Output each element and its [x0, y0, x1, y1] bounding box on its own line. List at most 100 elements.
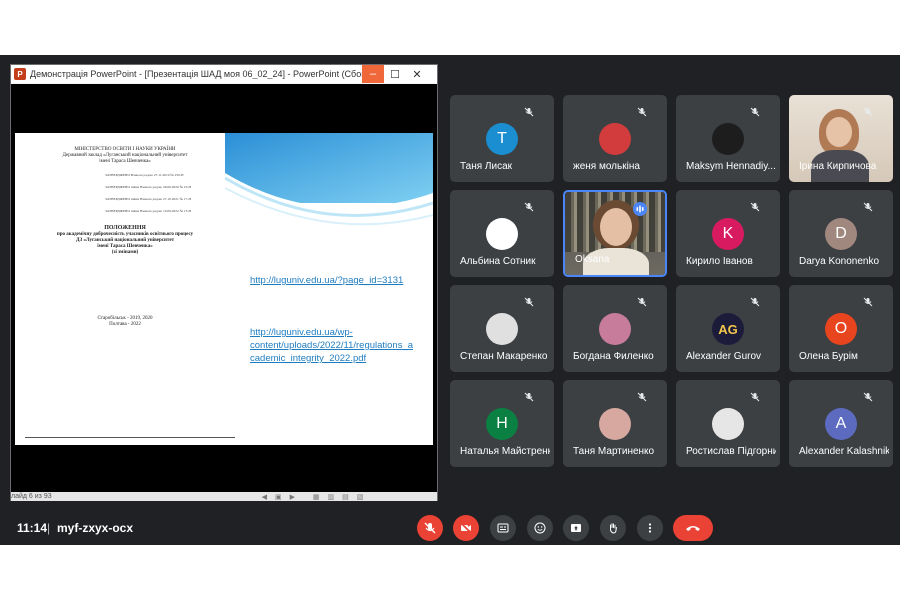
- participant-name: Alexander Kalashnikov: [799, 446, 889, 457]
- raise-hand-button[interactable]: [600, 515, 626, 541]
- minimize-button[interactable]: –: [362, 65, 384, 83]
- muted-mic-icon: [748, 105, 762, 119]
- slide-area: МІНІСТЕРСТВО ОСВІТИ І НАУКИ УКРАЇНИ Держ…: [11, 84, 437, 492]
- muted-mic-icon: [861, 105, 875, 119]
- participant-name: Maksym Hennadiy...: [686, 161, 776, 172]
- doc-approval-4: ЗАТВЕРДЖЕНО зміни Вченою радою 10.09.202…: [105, 209, 192, 213]
- captions-button[interactable]: [490, 515, 516, 541]
- participant-tile[interactable]: Альбина Сотник: [450, 190, 554, 277]
- maximize-button[interactable]: ☐: [384, 65, 406, 83]
- participant-avatar: D: [825, 218, 857, 250]
- doc-approval-1: ЗАТВЕРДЖЕНО Вченою радою 27.11.2019 № 25…: [105, 173, 184, 177]
- slide: МІНІСТЕРСТВО ОСВІТИ І НАУКИ УКРАЇНИ Держ…: [15, 133, 433, 445]
- participant-tile[interactable]: H Наталья Майстренко: [450, 380, 554, 467]
- participant-avatar: O: [825, 313, 857, 345]
- participant-name: Кирило Іванов: [686, 256, 753, 267]
- doc-subtitle-4: (зі змінами): [111, 250, 139, 255]
- participant-tile[interactable]: Ростислав Підгорний: [676, 380, 780, 467]
- participant-avatar: K: [712, 218, 744, 250]
- participant-name: Таня Лисак: [460, 161, 513, 172]
- participant-name: Богдана Филенко: [573, 351, 654, 362]
- slide-link-2b[interactable]: content/uploads/2022/11/regulations_a: [250, 340, 413, 352]
- hand-icon: [609, 523, 617, 534]
- doc-approval-3: ЗАТВЕРДЖЕНО зміни Вченою радою 27.10.202…: [105, 197, 192, 201]
- mic-off-button[interactable]: [417, 515, 443, 541]
- participant-tile[interactable]: Таня Мартиненко: [563, 380, 667, 467]
- participant-tile[interactable]: T Таня Лисак: [450, 95, 554, 182]
- participant-tile[interactable]: K Кирило Іванов: [676, 190, 780, 277]
- participant-avatar: [599, 408, 631, 440]
- muted-mic-icon: [861, 200, 875, 214]
- muted-mic-icon: [522, 390, 536, 404]
- presentation-titlebar: P Демонстрація PowerPoint - [Презентація…: [11, 65, 437, 83]
- muted-mic-icon: [748, 295, 762, 309]
- doc-institution-2: імені Тараса Шевченка»: [99, 159, 151, 164]
- more-vert-icon: [648, 523, 652, 533]
- participant-name: Таня Мартиненко: [573, 446, 655, 457]
- muted-mic-icon: [522, 105, 536, 119]
- participant-tile[interactable]: Maksym Hennadiy...: [676, 95, 780, 182]
- meeting-separator: |: [47, 521, 51, 535]
- meeting-time: 11:14: [17, 521, 48, 535]
- muted-mic-icon: [748, 390, 762, 404]
- participant-tile[interactable]: женя молькіна: [563, 95, 667, 182]
- emoji-icon: [534, 522, 546, 534]
- doc-approval-2: ЗАТВЕРДЖЕНО зміни Вченою радою 26.06.202…: [105, 185, 192, 189]
- participant-name: Ірина Кирпичова: [799, 161, 877, 172]
- doc-divider: [25, 437, 235, 438]
- participant-tile[interactable]: AG Alexander Gurov: [676, 285, 780, 372]
- mic-off-icon: [424, 522, 436, 534]
- participant-avatar: [486, 313, 518, 345]
- participant-tile[interactable]: Oksana: [563, 190, 667, 277]
- powerpoint-logo-icon: P: [14, 68, 26, 80]
- participant-name: Олена Бурім: [799, 351, 858, 362]
- participant-avatar: H: [486, 408, 518, 440]
- participant-avatar: [599, 313, 631, 345]
- participant-avatar: A: [825, 408, 857, 440]
- participant-tile[interactable]: Степан Макаренко: [450, 285, 554, 372]
- participant-name: Альбина Сотник: [460, 256, 536, 267]
- slide-wave-background: [225, 133, 433, 263]
- camera-off-button[interactable]: [453, 515, 479, 541]
- document-image: МІНІСТЕРСТВО ОСВІТИ І НАУКИ УКРАЇНИ Держ…: [25, 141, 235, 445]
- end-call-button[interactable]: [673, 515, 713, 541]
- participant-tile[interactable]: O Олена Бурім: [789, 285, 893, 372]
- participant-name: Наталья Майстренко: [460, 446, 550, 457]
- meeting-code: myf-zxyx-ocx: [57, 521, 134, 535]
- muted-mic-icon: [748, 200, 762, 214]
- close-window-button[interactable]: ✕: [406, 65, 428, 83]
- participant-name: Ростислав Підгорний: [686, 446, 776, 457]
- doc-title: ПОЛОЖЕННЯ: [104, 225, 146, 231]
- meet-window: P Демонстрація PowerPoint - [Презентація…: [0, 55, 900, 545]
- participant-avatar: [486, 218, 518, 250]
- slide-counter: лайд 6 из 93: [11, 493, 52, 500]
- participant-avatar: T: [486, 123, 518, 155]
- camera-off-icon: [460, 522, 472, 534]
- participant-tile[interactable]: Ірина Кирпичова: [789, 95, 893, 182]
- presentation-statusbar: лайд 6 из 93 ◀▣▶ ▦▥▤▧: [11, 492, 437, 501]
- muted-mic-icon: [522, 295, 536, 309]
- participant-name: Oksana: [575, 254, 610, 265]
- participant-name: Степан Макаренко: [460, 351, 548, 362]
- participant-tile[interactable]: D Darya Kononenko: [789, 190, 893, 277]
- slide-link-2c[interactable]: cademic_integrity_2022.pdf: [250, 353, 366, 365]
- muted-mic-icon: [635, 295, 649, 309]
- muted-mic-icon: [522, 200, 536, 214]
- more-options-button[interactable]: [637, 515, 663, 541]
- captions-icon: [497, 523, 509, 533]
- participant-tile[interactable]: A Alexander Kalashnikov: [789, 380, 893, 467]
- emoji-button[interactable]: [527, 515, 553, 541]
- doc-footer-city-2: Полтава - 2022: [109, 322, 141, 327]
- speaking-indicator-icon: [633, 202, 647, 216]
- statusbar-controls[interactable]: ◀▣▶ ▦▥▤▧: [262, 493, 372, 501]
- muted-mic-icon: [861, 390, 875, 404]
- participant-tile[interactable]: Богдана Филенко: [563, 285, 667, 372]
- slide-link-2a[interactable]: http://luguniv.edu.ua/wp-: [250, 327, 353, 339]
- participant-name: женя молькіна: [573, 161, 640, 172]
- participant-avatar: [599, 123, 631, 155]
- slide-link-1[interactable]: http://luguniv.edu.ua/?page_id=3131: [250, 275, 403, 287]
- presentation-window-title: Демонстрація PowerPoint - [Презентація Ш…: [30, 69, 362, 79]
- participant-name: Alexander Gurov: [686, 351, 762, 362]
- muted-mic-icon: [635, 105, 649, 119]
- present-button[interactable]: [563, 515, 589, 541]
